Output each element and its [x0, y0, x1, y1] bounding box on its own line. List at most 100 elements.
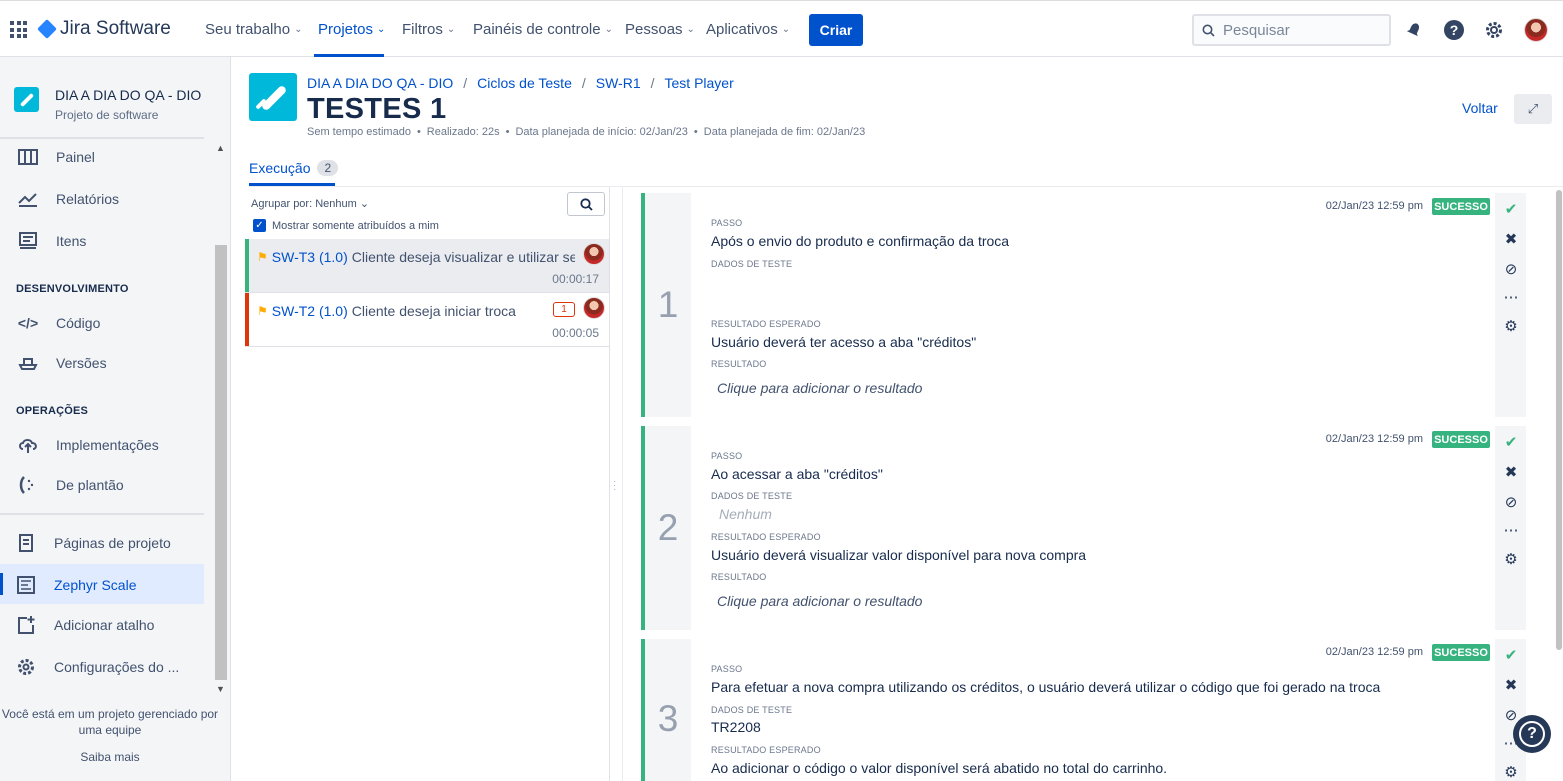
jira-logo[interactable]: Jira Software: [37, 18, 171, 40]
page-title: TESTES 1: [307, 93, 447, 125]
pass-check-icon[interactable]: ✔: [1502, 646, 1520, 664]
create-button[interactable]: Criar: [809, 14, 863, 46]
assignee-avatar: [583, 297, 605, 319]
project-rocket-icon: [14, 87, 39, 112]
sidebar-item-configuracoes[interactable]: Configurações do ...: [14, 657, 179, 677]
nav-projetos[interactable]: Projetos ⌄: [318, 21, 385, 38]
scroll-up-arrow-icon[interactable]: ▲: [216, 143, 225, 153]
user-avatar[interactable]: [1524, 18, 1548, 42]
chevron-down-icon: ⌄: [604, 24, 613, 35]
issues-list-icon: [16, 231, 40, 251]
project-rocket-icon: [249, 73, 297, 121]
steps-scrollbar-thumb[interactable]: [1556, 190, 1562, 650]
search-input[interactable]: Pesquisar: [1192, 14, 1391, 46]
learn-more-link[interactable]: Saiba mais: [0, 749, 220, 765]
project-name: DIA A DIA DO QA - DIO: [55, 87, 202, 103]
section-operacoes: OPERAÇÕES: [16, 405, 89, 417]
execution-count-badge: 2: [317, 160, 339, 176]
settings-gear-icon[interactable]: ⚙: [1502, 763, 1520, 781]
on-call-phone-icon: [16, 475, 40, 495]
sidebar-item-zephyr-scale[interactable]: Zephyr Scale: [14, 575, 136, 595]
sidebar-item-adicionar-atalho[interactable]: Adicionar atalho: [14, 615, 154, 635]
step-description: Após o envio do produto e confirmação da…: [711, 233, 1010, 249]
nav-seu-trabalho[interactable]: Seu trabalho ⌄: [205, 21, 302, 38]
project-sidebar: DIA A DIA DO QA - DIO Projeto de softwar…: [0, 57, 231, 781]
step-description: Ao acessar a aba "créditos": [711, 466, 883, 482]
scroll-down-arrow-icon[interactable]: ▼: [216, 684, 225, 694]
sidebar-item-implementacoes[interactable]: Implementações: [16, 435, 159, 455]
blocked-icon[interactable]: ⊘: [1502, 260, 1520, 278]
fail-x-icon[interactable]: ✖: [1502, 463, 1520, 481]
top-navigation: Jira Software Seu trabalho ⌄ Projetos ⌄ Fi…: [0, 0, 1563, 57]
nav-paineis[interactable]: Painéis de controle ⌄: [473, 21, 613, 38]
fail-x-icon[interactable]: ✖: [1502, 230, 1520, 248]
settings-gear-icon[interactable]: ⚙: [1502, 550, 1520, 568]
expected-result: Usuário deverá visualizar valor disponív…: [711, 547, 1087, 563]
team-managed-note: Você está em um projeto gerenciado por u…: [1, 707, 219, 737]
sidebar-item-paginas-de-projeto[interactable]: Páginas de projeto: [14, 533, 171, 553]
app-switcher-icon[interactable]: [10, 21, 27, 38]
project-type: Projeto de software: [55, 108, 159, 122]
breadcrumb-cycle-key[interactable]: SW-R1: [596, 75, 641, 91]
sidebar-item-versoes[interactable]: Versões: [16, 353, 107, 373]
sidebar-item-codigo[interactable]: </> Código: [16, 313, 101, 333]
group-by-dropdown[interactable]: Agrupar por: Nenhum ⌄: [251, 197, 369, 210]
test-case-row[interactable]: ⚑ SW-T2 (1.0) Cliente deseja iniciar tro…: [245, 293, 609, 347]
notifications-icon[interactable]: [1403, 19, 1425, 41]
divider: [0, 513, 204, 515]
nav-aplicativos[interactable]: Aplicativos ⌄: [706, 21, 790, 38]
sidebar-scrollbar-thumb[interactable]: [215, 245, 227, 680]
jira-diamond-icon: [37, 19, 57, 39]
breadcrumb-cycles[interactable]: Ciclos de Teste: [477, 75, 572, 91]
project-header[interactable]: DIA A DIA DO QA - DIO Projeto de softwar…: [14, 87, 201, 122]
step-number: 2: [645, 426, 691, 630]
status-badge: SUCESSO: [1432, 644, 1490, 661]
more-options-icon[interactable]: ⋯: [1502, 521, 1520, 539]
help-icon[interactable]: ?: [1513, 715, 1551, 753]
selected-item-indicator: [0, 573, 3, 595]
step-timestamp: 02/Jan/23 12:59 pm: [1325, 200, 1423, 212]
result-field[interactable]: Clique para adicionar o resultado: [717, 593, 922, 609]
expand-icon[interactable]: ⤢: [1514, 94, 1552, 124]
sidebar-item-de-plantao[interactable]: De plantão: [16, 475, 124, 495]
more-options-icon[interactable]: ⋯: [1502, 288, 1520, 306]
expected-result: Ao adicionar o código o valor disponível…: [711, 760, 1168, 776]
settings-gear-icon[interactable]: [1483, 19, 1505, 41]
pass-check-icon[interactable]: ✔: [1502, 200, 1520, 218]
list-search-button[interactable]: [567, 192, 605, 216]
issue-count-badge: 1: [553, 302, 575, 317]
nav-filtros[interactable]: Filtros ⌄: [402, 21, 455, 38]
test-case-row[interactable]: ⚑ SW-T3 (1.0) Cliente deseja visualizar …: [245, 239, 609, 293]
sidebar-item-relatorios[interactable]: Relatórios: [16, 189, 119, 209]
cycle-meta: Sem tempo estimado • Realizado: 22s • Data…: [307, 126, 866, 138]
tab-execucao[interactable]: Execução 2: [249, 160, 339, 176]
ship-icon: [16, 353, 40, 373]
blocked-icon[interactable]: ⊘: [1502, 493, 1520, 511]
flag-icon: ⚑: [257, 250, 268, 264]
pass-check-icon[interactable]: ✔: [1502, 433, 1520, 451]
only-mine-checkbox[interactable]: ✓ Mostrar somente atribuídos a mim: [253, 219, 439, 232]
sidebar-item-painel[interactable]: Painel: [16, 147, 95, 167]
page-icon: [14, 533, 38, 553]
help-icon[interactable]: ?: [1443, 19, 1465, 41]
assignee-avatar: [583, 243, 605, 265]
page-header: DIA A DIA DO QA - DIO / Ciclos de Teste …: [231, 57, 1563, 187]
search-icon: [1202, 24, 1215, 37]
result-field[interactable]: Clique para adicionar o resultado: [717, 380, 922, 396]
chevron-down-icon: ⌄: [781, 24, 791, 35]
expected-result: Usuário deverá ter acesso a aba "crédito…: [711, 334, 977, 350]
breadcrumb-project[interactable]: DIA A DIA DO QA - DIO: [307, 75, 453, 91]
nav-pessoas[interactable]: Pessoas ⌄: [625, 21, 695, 38]
step-description: Para efetuar a nova compra utilizando os…: [711, 679, 1381, 695]
step-number: 3: [645, 639, 691, 781]
fail-x-icon[interactable]: ✖: [1502, 676, 1520, 694]
breadcrumb-test-player[interactable]: Test Player: [665, 75, 734, 91]
settings-gear-icon[interactable]: ⚙: [1502, 317, 1520, 335]
sidebar-item-itens[interactable]: Itens: [16, 231, 86, 251]
back-button[interactable]: Voltar: [1462, 100, 1498, 116]
step-number: 1: [645, 193, 691, 417]
test-steps-panel: 1 02/Jan/23 12:59 pm SUCESSO PASSO Após …: [622, 187, 1545, 781]
pane-splitter-handle[interactable]: · · ·: [613, 477, 616, 495]
step-timestamp: 02/Jan/23 12:59 pm: [1325, 433, 1423, 445]
status-badge: SUCESSO: [1432, 431, 1490, 448]
